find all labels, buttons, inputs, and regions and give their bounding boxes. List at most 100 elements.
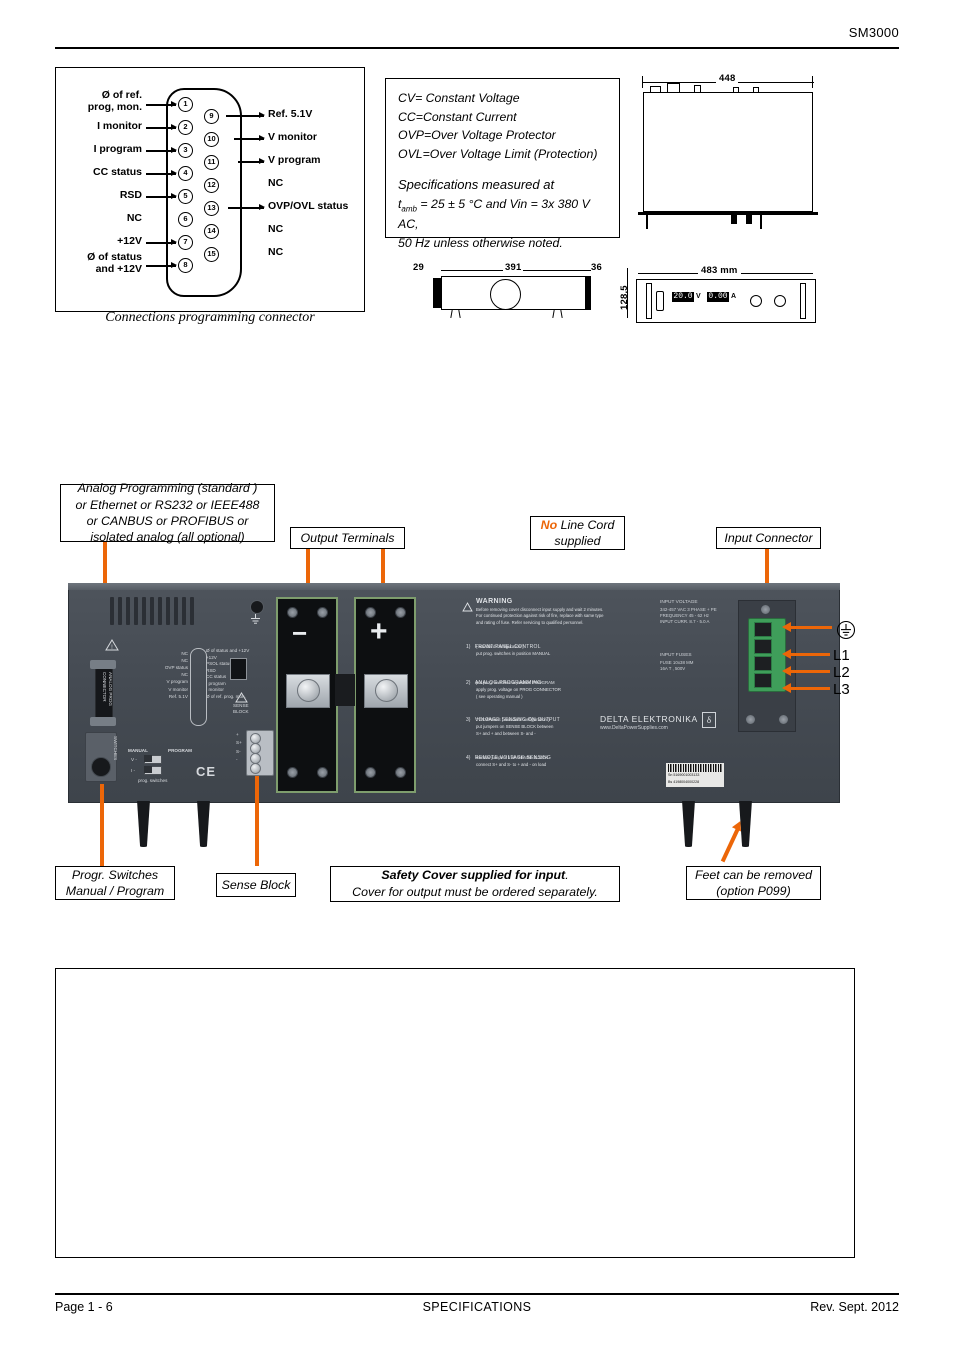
input-mount-screw-br xyxy=(778,714,789,725)
busbar-bolt-plus[interactable] xyxy=(375,679,398,702)
delta-logo-icon: δ xyxy=(702,712,716,728)
legend-line-ovl: OVL=Over Voltage Limit (Protection) xyxy=(398,147,598,162)
pin-label-15: NC xyxy=(268,246,284,258)
terminal-screw-7 xyxy=(365,767,376,778)
switch-knob[interactable] xyxy=(91,757,111,777)
callout-output-terminals: Output Terminals xyxy=(290,527,405,549)
output-minus-symbol: − xyxy=(292,618,308,648)
pin-arrow-2 xyxy=(146,124,177,130)
input-terminal-l2[interactable] xyxy=(754,656,772,671)
arrow-ground-terminal xyxy=(782,622,832,632)
pin-label-10: V monitor xyxy=(268,131,317,143)
pin-3: 3 xyxy=(178,143,193,158)
dimension-side-rear: 36 xyxy=(591,262,602,273)
phase-label-l2: L2 xyxy=(833,664,850,681)
side-view-drawing: 391 29 36 xyxy=(413,262,628,324)
callout-sense-block: Sense Block xyxy=(216,873,296,897)
input-fuses-title: INPUT FUSES xyxy=(660,653,692,658)
serial-number-label: Sn 5169001003133 Bs 4198004000228 xyxy=(666,763,724,787)
pin-label-3: I program xyxy=(93,143,142,155)
pin-8: 8 xyxy=(178,258,193,273)
front-ammeter-unit: A xyxy=(731,293,737,300)
rubber-foot-3 xyxy=(682,801,695,847)
pin-label-7: +12V xyxy=(117,235,142,247)
pin-label-9: Ref. 5.1V xyxy=(268,108,313,120)
pin-label-12: NC xyxy=(268,177,284,189)
program-label: PROGRAM xyxy=(168,748,192,753)
manual-label: MANUAL xyxy=(128,748,148,753)
busbar-bolt-minus[interactable] xyxy=(297,679,320,702)
front-voltmeter-display: 20.0 xyxy=(672,292,694,302)
pin-4: 4 xyxy=(178,166,193,181)
input-fuses-specs: FUSE 10x38 MM 16A T , 500V xyxy=(660,660,694,672)
instruction-4-num: 4) xyxy=(466,755,471,761)
leader-progr-switches xyxy=(100,784,104,866)
legend-line-cv: CV= Constant Voltage xyxy=(398,91,520,105)
warning-body: Before removing cover disconnect input s… xyxy=(476,607,604,625)
pin-15: 15 xyxy=(204,247,219,262)
specifications-content-box xyxy=(55,968,855,1258)
ground-symbol-icon xyxy=(836,620,856,645)
instruction-3-body: TERMINALS ( standard configuration ) put… xyxy=(476,717,554,736)
callout-safety-cover: Safety Cover supplied for input. Cover f… xyxy=(330,866,620,902)
legend-line-cc: CC=Constant Current xyxy=(398,109,517,124)
input-terminal-pe[interactable] xyxy=(754,622,772,637)
brand-name: DELTA ELEKTRONIKA xyxy=(600,714,698,724)
pin-10: 10 xyxy=(204,132,219,147)
leader-sense-block xyxy=(255,776,259,866)
pin-arrow-5 xyxy=(146,193,177,199)
analog-prog-connector-label: ANALOG PROG CONNECTOR xyxy=(101,672,113,706)
busbar-bridge xyxy=(335,674,355,706)
pin-9: 9 xyxy=(204,109,219,124)
pinout-silk-left-col: NC NC OVP status NC V program V monitor Ref… xyxy=(164,651,188,699)
header-divider xyxy=(55,47,899,49)
pin-arrow-11 xyxy=(238,158,265,164)
pin-arrow-3 xyxy=(146,147,177,153)
instruction-1-num: 1) xyxy=(466,644,471,650)
instruction-3-num: 3) xyxy=(466,717,471,723)
dimension-front-width: 483 mm xyxy=(698,265,741,276)
arrow-feet-removable xyxy=(720,828,740,863)
pin-label-14: NC xyxy=(268,223,284,235)
pin-12: 12 xyxy=(204,178,219,193)
dimension-side-length: 391 xyxy=(503,262,524,273)
ventilation-slots xyxy=(110,597,198,625)
pin-1: 1 xyxy=(178,97,193,112)
dip-switch-i-lever xyxy=(144,766,152,773)
leader-analog-programming xyxy=(103,542,107,584)
callout-feet-removable: Feet can be removed (option P099) xyxy=(686,866,821,900)
pin-2: 2 xyxy=(178,120,193,135)
callout-analog-programming: Analog Programming (standard ) or Ethern… xyxy=(60,481,275,544)
sense-block-silk-label: SENSE BLOCK xyxy=(233,703,249,715)
footer-revision: Rev. Sept. 2012 xyxy=(810,1300,899,1314)
terminal-screw-6 xyxy=(395,607,406,618)
rubber-foot-1 xyxy=(137,801,150,847)
pin-arrow-10 xyxy=(234,135,265,141)
callout-input-connector: Input Connector xyxy=(716,527,821,549)
input-terminal-l3[interactable] xyxy=(754,673,772,688)
front-voltmeter-unit: V xyxy=(696,293,701,300)
warning-title: WARNING xyxy=(476,598,513,605)
callout-progr-switches: Progr. Switches Manual / Program xyxy=(55,866,175,900)
no-line-cord-emphasis: No xyxy=(540,517,558,532)
pin-arrow-7 xyxy=(146,239,177,245)
sense-terminal-4[interactable] xyxy=(250,763,261,774)
callout-no-line-cord: No Line Cord supplied xyxy=(530,516,625,550)
serial-line-2: Bs 4198004000228 xyxy=(668,780,700,784)
warning-triangle-icon-left: ! xyxy=(105,638,119,656)
pin-11: 11 xyxy=(204,155,219,170)
analog-prog-connector-bracket-lower xyxy=(90,717,116,726)
terminal-screw-2 xyxy=(317,607,328,618)
terminal-screw-5 xyxy=(365,607,376,618)
front-ammeter-display: 0.00 xyxy=(707,292,729,302)
page-header-title: SM3000 xyxy=(848,25,899,40)
footer-page-number: Page 1 - 6 xyxy=(55,1300,113,1314)
terminal-screw-3 xyxy=(287,767,298,778)
abbreviation-legend-box: CV= Constant Voltage CC=Constant Current… xyxy=(385,78,620,250)
instruction-2-num: 2) xyxy=(466,680,471,686)
pin-7: 7 xyxy=(178,235,193,250)
connector-pinout-silkscreen: NC NC OVP status NC V program V monitor Ref… xyxy=(148,648,249,726)
legend-measured-conditions: tamb = 25 ± 5 °C and Vin = 3x 380 V AC, xyxy=(398,196,590,232)
pin-arrow-1 xyxy=(146,101,177,107)
input-terminal-l1[interactable] xyxy=(754,639,772,654)
